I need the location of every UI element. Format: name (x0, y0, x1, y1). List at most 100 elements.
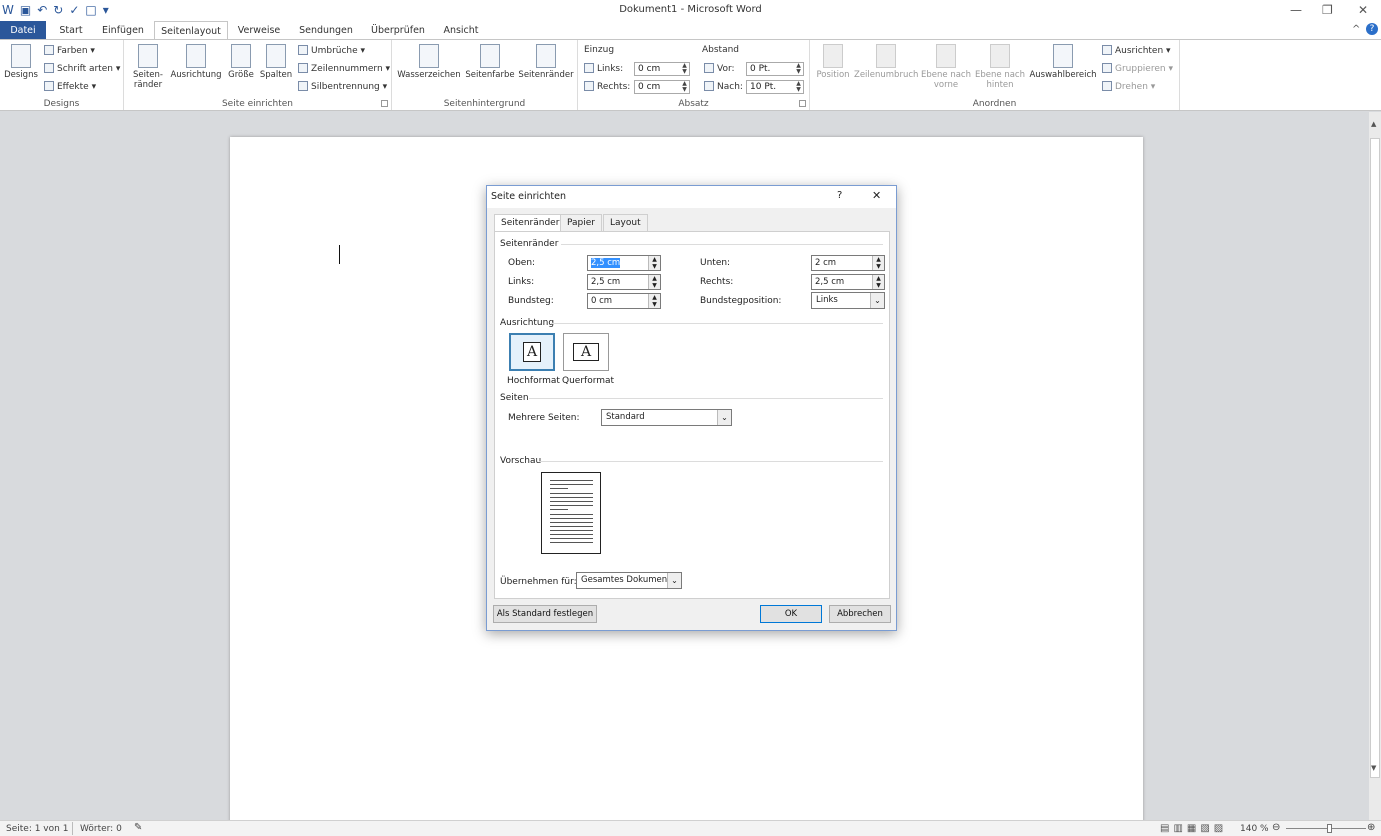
seitenraender-button[interactable]: Seiten-ränder (128, 44, 168, 90)
rechts-spinner[interactable]: 2,5 cm ▲ ▼ (811, 274, 885, 290)
silbentrennung-button[interactable]: Silbentrennung ▾ (298, 81, 387, 92)
uebernehmen-select[interactable]: Gesamtes Dokument ⌄ (576, 572, 682, 589)
preview-line (550, 484, 593, 485)
unten-spinner[interactable]: 2 cm ▲ ▼ (811, 255, 885, 271)
tab-ueberpruefen[interactable]: Überprüfen (366, 21, 430, 40)
vertical-scrollbar[interactable]: ▲ ▼ (1369, 112, 1381, 820)
help-icon[interactable]: ? (1366, 23, 1378, 35)
mehrere-seiten-select[interactable]: Standard ⌄ (601, 409, 732, 426)
abstand-vor-spinner[interactable]: 0 Pt. ▲ ▼ (746, 62, 804, 76)
querformat-label: Querformat (562, 376, 615, 386)
gruppieren-button[interactable]: Gruppieren ▾ (1102, 63, 1173, 74)
umbrueche-button[interactable]: Umbrüche ▾ (298, 45, 365, 56)
dialog-help-icon[interactable]: ? (837, 190, 842, 201)
scrollbar-thumb[interactable] (1370, 138, 1380, 778)
effekte-button[interactable]: Effekte ▾ (44, 81, 96, 92)
spinner-arrows-icon[interactable]: ▲ ▼ (648, 275, 660, 289)
spalten-button[interactable]: Spalten (258, 44, 294, 80)
als-standard-button[interactable]: Als Standard festlegen (493, 605, 597, 623)
spinner-arrows-icon[interactable]: ▲ ▼ (794, 63, 803, 75)
einzug-rechts-label: Rechts: (584, 81, 630, 92)
zoom-slider-thumb[interactable] (1327, 824, 1332, 833)
tab-sendungen[interactable]: Sendungen (292, 21, 360, 40)
tab-verweise[interactable]: Verweise (232, 21, 286, 40)
bring-forward-icon (936, 44, 956, 68)
size-icon (231, 44, 251, 68)
spinner-arrows-icon[interactable]: ▲ ▼ (648, 256, 660, 270)
preview-line (550, 538, 593, 539)
spinner-arrows-icon[interactable]: ▲ ▼ (794, 81, 803, 93)
wasserzeichen-button[interactable]: Wasserzeichen (396, 44, 462, 80)
zoom-in-icon[interactable]: ⊕ (1367, 822, 1375, 833)
abbrechen-button[interactable]: Abbrechen (829, 605, 891, 623)
tab-einfuegen[interactable]: Einfügen (96, 21, 150, 40)
view-buttons[interactable]: ▤▥▦▧▨ (1160, 823, 1227, 834)
designs-icon (11, 44, 31, 68)
abstand-nach-spinner[interactable]: 10 Pt. ▲ ▼ (746, 80, 804, 94)
ok-button[interactable]: OK (760, 605, 822, 623)
tab-seitenlayout[interactable]: Seitenlayout (154, 21, 228, 41)
bundsteg-spinner[interactable]: 0 cm ▲ ▼ (587, 293, 661, 309)
seitenraender-rahmen-button[interactable]: Seitenränder (518, 44, 574, 80)
restore-icon[interactable]: ❐ (1322, 3, 1333, 17)
word-count[interactable]: Wörter: 0 (80, 824, 122, 834)
farben-button[interactable]: Farben ▾ (44, 45, 95, 56)
minimize-icon[interactable]: — (1290, 3, 1302, 17)
position-button[interactable]: Position (814, 44, 852, 80)
einzug-links-spinner[interactable]: 0 cm ▲ ▼ (634, 62, 690, 76)
zeilenumbruch-button[interactable]: Zeilenumbruch (854, 44, 918, 80)
tab-papier[interactable]: Papier (560, 214, 602, 232)
designs-button[interactable]: Designs (4, 44, 38, 80)
zoom-slider[interactable] (1286, 828, 1366, 829)
bundstegposition-label: Bundstegposition: (700, 296, 782, 306)
dialog-launcher-icon[interactable] (799, 100, 806, 107)
spinner-arrows-icon[interactable]: ▲ ▼ (648, 294, 660, 308)
rotate-icon (1102, 81, 1112, 91)
mehrere-seiten-label: Mehrere Seiten: (508, 413, 580, 423)
page-count[interactable]: Seite: 1 von 1 (6, 824, 68, 834)
dialog-close-icon[interactable]: ✕ (872, 189, 881, 202)
drehen-button[interactable]: Drehen ▾ (1102, 81, 1155, 92)
tab-datei[interactable]: Datei (0, 21, 46, 40)
group-label: Absatz (678, 99, 709, 109)
ebene-nach-vorne-button[interactable]: Ebene nach vorne (920, 44, 972, 90)
spinner-arrows-icon[interactable]: ▲ ▼ (680, 81, 689, 93)
ebene-nach-hinten-button[interactable]: Ebene nach hinten (974, 44, 1026, 90)
spacing-before-icon (704, 63, 714, 73)
tab-ansicht[interactable]: Ansicht (436, 21, 486, 40)
ausrichtung-button[interactable]: Ausrichtung (168, 44, 224, 80)
collapse-ribbon-icon[interactable]: ^ (1352, 24, 1360, 35)
spinner-arrows-icon[interactable]: ▲ ▼ (872, 275, 884, 289)
spinner-arrows-icon[interactable]: ▲ ▼ (872, 256, 884, 270)
close-icon[interactable]: ✕ (1358, 3, 1368, 17)
zeilennummern-button[interactable]: Zeilennummern ▾ (298, 63, 390, 74)
schriftarten-button[interactable]: Schrift arten ▾ (44, 63, 120, 74)
querformat-button[interactable]: A (563, 333, 609, 371)
oben-spinner[interactable]: 2,5 cm ▲ ▼ (587, 255, 661, 271)
tab-layout[interactable]: Layout (603, 214, 648, 232)
hochformat-button[interactable]: A (509, 333, 555, 371)
proofing-icon[interactable]: ✎ (134, 822, 142, 833)
scroll-down-icon[interactable]: ▼ (1371, 764, 1376, 772)
bundsteg-label: Bundsteg: (508, 296, 554, 306)
abstand-nach-label: Nach: (704, 81, 743, 92)
tab-start[interactable]: Start (52, 21, 90, 40)
zoom-level[interactable]: 140 % (1240, 824, 1269, 834)
links-spinner[interactable]: 2,5 cm ▲ ▼ (587, 274, 661, 290)
zoom-out-icon[interactable]: ⊖ (1272, 822, 1280, 833)
tab-seitenraender[interactable]: Seitenränder (494, 214, 567, 232)
scroll-up-icon[interactable]: ▲ (1371, 120, 1376, 128)
seitenfarbe-button[interactable]: Seitenfarbe (464, 44, 516, 80)
auswahlbereich-button[interactable]: Auswahlbereich (1028, 44, 1098, 80)
bundstegposition-select[interactable]: Links ⌄ (811, 292, 885, 309)
groesse-button[interactable]: Größe (226, 44, 256, 80)
chevron-down-icon: ⌄ (717, 410, 731, 425)
dialog-launcher-icon[interactable] (381, 100, 388, 107)
section-seitenraender: Seitenränder (500, 239, 559, 249)
divider (561, 244, 883, 245)
ausrichten-button[interactable]: Ausrichten ▾ (1102, 45, 1171, 56)
oben-label: Oben: (508, 258, 536, 268)
einzug-rechts-spinner[interactable]: 0 cm ▲ ▼ (634, 80, 690, 94)
spinner-arrows-icon[interactable]: ▲ ▼ (680, 63, 689, 75)
divider (72, 822, 73, 835)
